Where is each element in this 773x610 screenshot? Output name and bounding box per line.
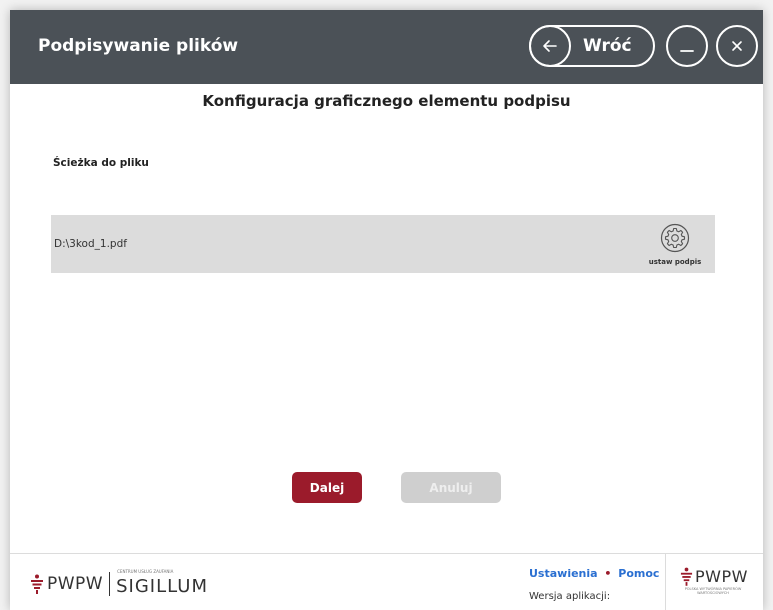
- back-button-label: Wróć: [583, 36, 632, 56]
- title-bar: Podpisywanie plików Wróć: [10, 10, 763, 84]
- settings-link[interactable]: Ustawienia: [529, 567, 598, 580]
- file-path-label: Ścieżka do pliku: [53, 157, 149, 169]
- arrow-left-icon: [529, 25, 571, 67]
- window-title: Podpisywanie plików: [38, 36, 239, 56]
- next-button[interactable]: Dalej: [292, 472, 362, 503]
- gear-icon: [660, 223, 690, 253]
- pwpw-caption: POLSKA WYTWÓRNIA PAPIERÓW WARTOŚCIOWYCH: [684, 587, 742, 595]
- close-button[interactable]: [716, 25, 758, 67]
- sigillum-caption: CENTRUM USŁUG ZAUFANIA: [117, 569, 174, 574]
- cancel-button[interactable]: Anuluj: [401, 472, 501, 503]
- link-separator: •: [604, 567, 612, 580]
- footer-vertical-divider: [665, 554, 666, 610]
- minimize-icon: [680, 50, 694, 52]
- pwpw-logo: PWPW POLSKA WYTWÓRNIA PAPIERÓW WARTOŚCIO…: [680, 567, 760, 595]
- file-row: D:\3kod_1.pdf ustaw podpis: [51, 215, 715, 273]
- pwpw-wordmark: PWPW: [47, 574, 104, 594]
- pwpw-sigillum-logo: PWPW CENTRUM USŁUG ZAUFANIA SIGILLUM: [30, 569, 207, 598]
- file-path: D:\3kod_1.pdf: [54, 238, 127, 250]
- set-signature-label: ustaw podpis: [648, 258, 702, 266]
- footer-links: Ustawienia • Pomoc: [529, 567, 659, 580]
- pwpw-wordmark: PWPW: [695, 567, 748, 586]
- logo-divider: [109, 572, 111, 596]
- page-heading: Konfiguracja graficznego elementu podpis…: [202, 92, 571, 110]
- pwpw-mark-icon: [31, 574, 43, 594]
- back-button[interactable]: Wróć: [529, 25, 655, 67]
- pwpw-logo-row: PWPW: [680, 567, 760, 586]
- footer-divider: [10, 553, 763, 554]
- close-icon: [732, 41, 742, 51]
- minimize-button[interactable]: [666, 25, 708, 67]
- app-window: Podpisywanie plików Wróć Konfiguracja gr…: [10, 10, 763, 610]
- app-version: Wersja aplikacji:: [529, 591, 611, 602]
- sigillum-wordmark: SIGILLUM: [116, 576, 208, 597]
- pwpw-mark-icon: [680, 567, 693, 586]
- set-signature-button[interactable]: ustaw podpis: [643, 223, 707, 269]
- help-link[interactable]: Pomoc: [618, 567, 659, 580]
